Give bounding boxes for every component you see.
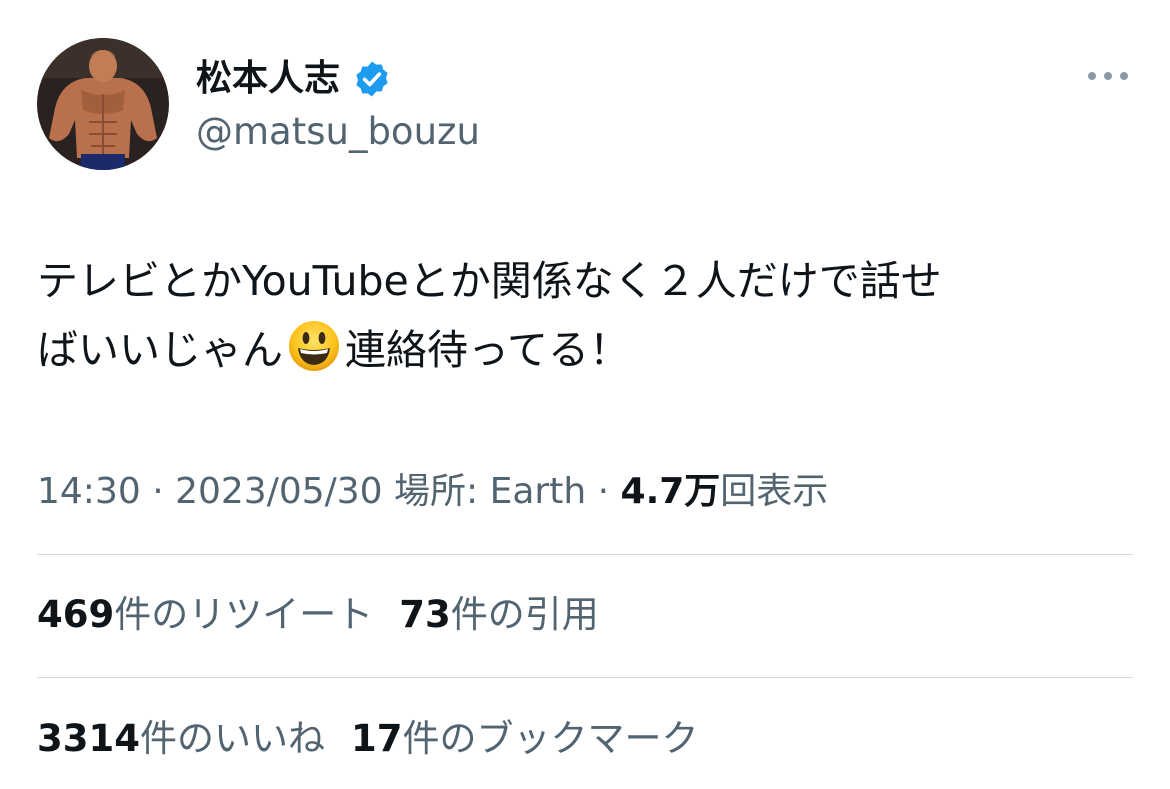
more-options-icon bbox=[1088, 72, 1128, 80]
divider bbox=[37, 677, 1133, 678]
user-handle[interactable]: @matsu_bouzu bbox=[196, 106, 480, 158]
tweet-text-segment: ばいいじゃん bbox=[37, 326, 283, 374]
retweets-label: 件のリツイート bbox=[114, 593, 374, 636]
likes-label: 件のいいね bbox=[139, 717, 325, 760]
bookmarks-stat[interactable]: 17件のブックマーク bbox=[351, 709, 699, 769]
avatar[interactable] bbox=[37, 38, 169, 170]
tweet-date[interactable]: 2023/05/30 bbox=[175, 471, 383, 512]
meta-separator: · bbox=[586, 471, 621, 512]
stats-row-likes: 3314件のいいね 17件のブックマーク bbox=[37, 709, 724, 769]
tweet-time[interactable]: 14:30 bbox=[37, 471, 141, 512]
bookmarks-count: 17 bbox=[350, 717, 403, 760]
quotes-label: 件の引用 bbox=[450, 593, 599, 636]
retweets-stat[interactable]: 469件のリツイート bbox=[37, 585, 373, 645]
display-name[interactable]: 松本人志 bbox=[196, 52, 340, 106]
bookmarks-label: 件のブックマーク bbox=[402, 717, 699, 760]
tweet-meta: 14:30 · 2023/05/30 場所: Earth · 4.7万回表示 bbox=[37, 464, 828, 520]
tweet-text: テレビとかYouTubeとか関係なく２人だけで話せ ばいいじゃん 連絡待ってる！ bbox=[37, 247, 1132, 385]
quotes-stat[interactable]: 73件の引用 bbox=[399, 585, 599, 645]
verified-badge-icon bbox=[352, 59, 392, 99]
retweets-count: 469 bbox=[37, 593, 115, 636]
grinning-face-emoji bbox=[287, 319, 341, 373]
tweet-location: 場所: Earth bbox=[394, 471, 587, 512]
stats-row-retweets: 469件のリツイート 73件の引用 bbox=[37, 585, 625, 645]
divider bbox=[37, 554, 1133, 555]
views-label[interactable]: 回表示 bbox=[720, 471, 828, 512]
tweet-text-segment: 連絡待ってる！ bbox=[345, 326, 630, 374]
meta-separator: · bbox=[140, 471, 176, 512]
quotes-count: 73 bbox=[399, 593, 451, 636]
tweet-text-line-2: ばいいじゃん 連絡待ってる！ bbox=[37, 316, 1132, 385]
bodybuilder-figure-avatar bbox=[37, 38, 169, 170]
views-count[interactable]: 4.7万 bbox=[621, 471, 721, 512]
user-name-row[interactable]: 松本人志 bbox=[196, 52, 392, 106]
more-options-button[interactable] bbox=[1080, 56, 1136, 96]
likes-count: 3314 bbox=[37, 717, 140, 760]
likes-stat[interactable]: 3314件のいいね bbox=[37, 709, 325, 769]
tweet-text-line-1: テレビとかYouTubeとか関係なく２人だけで話せ bbox=[37, 257, 942, 305]
